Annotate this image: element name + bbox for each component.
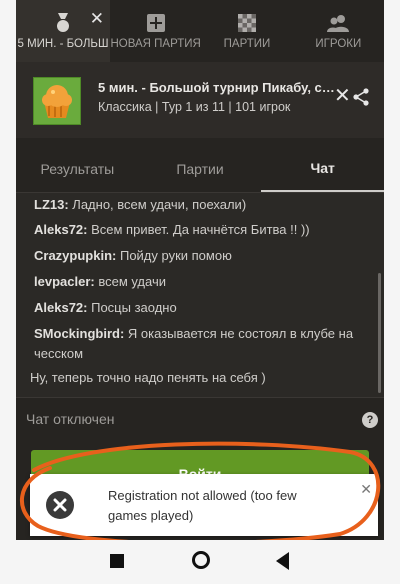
back-icon[interactable]: [276, 552, 290, 575]
chat-username[interactable]: SMockingbird:: [34, 326, 124, 341]
app-window: 5 МИН. - БОЛЬШ ✕ НОВАЯ ПАРТИЯ ПАРТИИ ИГР…: [16, 0, 384, 540]
home-icon[interactable]: [192, 551, 210, 569]
tournament-title: 5 мин. - Большой турнир Пикабу, се...: [98, 80, 338, 95]
chat-username[interactable]: Aleks72:: [34, 222, 87, 237]
chat-message: Ну, теперь точно надо пенять на себя ): [30, 368, 370, 388]
android-nav-bar: [0, 540, 400, 584]
toast-message: Registration not allowed (too few games …: [108, 488, 297, 523]
tab-results[interactable]: Результаты: [16, 146, 139, 192]
tab-games-label: ПАРТИИ: [223, 38, 271, 50]
chat-text: Посцы заодно: [91, 300, 177, 315]
share-icon[interactable]: [352, 88, 370, 111]
tab-players[interactable]: ИГРОКИ: [293, 0, 384, 62]
chat-message: Aleks72: Всем привет. Да начнётся Битва …: [34, 220, 374, 240]
tab-games[interactable]: ПАРТИИ: [201, 0, 292, 62]
close-tab-icon[interactable]: ✕: [90, 10, 104, 27]
chat-username[interactable]: Aleks72:: [34, 300, 87, 315]
tournament-avatar: [33, 77, 81, 125]
chat-text: Ладно, всем удачи, поехали): [72, 197, 247, 212]
tournament-header: 5 мин. - Большой турнир Пикабу, се... Кл…: [16, 62, 384, 138]
tournament-subtitle: Классика | Тур 1 из 11 | 101 игрок: [98, 100, 291, 114]
sub-tab-bar: Результаты Партии Чат: [16, 146, 384, 192]
chat-panel: LZ13: Ладно, всем удачи, поехали) Aleks7…: [16, 192, 384, 397]
chat-username[interactable]: levpacler:: [34, 274, 95, 289]
toast-close-icon[interactable]: ✕: [360, 482, 372, 496]
chat-username[interactable]: LZ13:: [34, 197, 69, 212]
chat-scrollbar[interactable]: [378, 273, 381, 393]
tab-new-game-label: НОВАЯ ПАРТИЯ: [110, 38, 201, 50]
chat-message: levpacler: всем удачи: [34, 272, 374, 292]
help-icon[interactable]: ?: [362, 412, 378, 428]
error-toast: Registration not allowed (too few games …: [30, 474, 378, 536]
players-icon: [327, 12, 350, 34]
chat-text: Всем привет. Да начнётся Битва !! )): [91, 222, 310, 237]
close-icon[interactable]: ✕: [334, 86, 351, 106]
chessboard-icon: [237, 12, 256, 34]
chat-message: LZ13: Ладно, всем удачи, поехали): [34, 195, 374, 215]
chat-username[interactable]: Crazypupkin:: [34, 248, 116, 263]
chat-disabled-bar: Чат отключен ?: [16, 397, 384, 441]
top-tab-bar: 5 МИН. - БОЛЬШ ✕ НОВАЯ ПАРТИЯ ПАРТИИ ИГР…: [16, 0, 384, 62]
recent-apps-icon[interactable]: [110, 554, 124, 568]
tab-players-label: ИГРОКИ: [315, 38, 362, 50]
tab-tournament[interactable]: 5 МИН. - БОЛЬШ ✕: [16, 0, 110, 62]
chat-message: Crazypupkin: Пойду руки помою: [34, 246, 374, 266]
chat-text: всем удачи: [98, 274, 167, 289]
tab-tournament-label: 5 МИН. - БОЛЬШ: [17, 38, 109, 50]
chat-text: Ну, теперь точно надо пенять на себя ): [30, 370, 266, 385]
tab-games-list[interactable]: Партии: [139, 146, 262, 192]
chat-message: SMockingbird: Я оказывается не состоял в…: [34, 324, 374, 364]
error-x-icon: [46, 491, 74, 519]
tab-new-game[interactable]: НОВАЯ ПАРТИЯ: [110, 0, 201, 62]
tab-chat[interactable]: Чат: [261, 146, 384, 192]
chat-message: Aleks72: Посцы заодно: [34, 298, 374, 318]
medal-icon: [55, 12, 71, 34]
plus-box-icon: [146, 12, 165, 34]
chat-text: Пойду руки помою: [119, 248, 232, 263]
chat-disabled-label: Чат отключен: [26, 411, 115, 427]
